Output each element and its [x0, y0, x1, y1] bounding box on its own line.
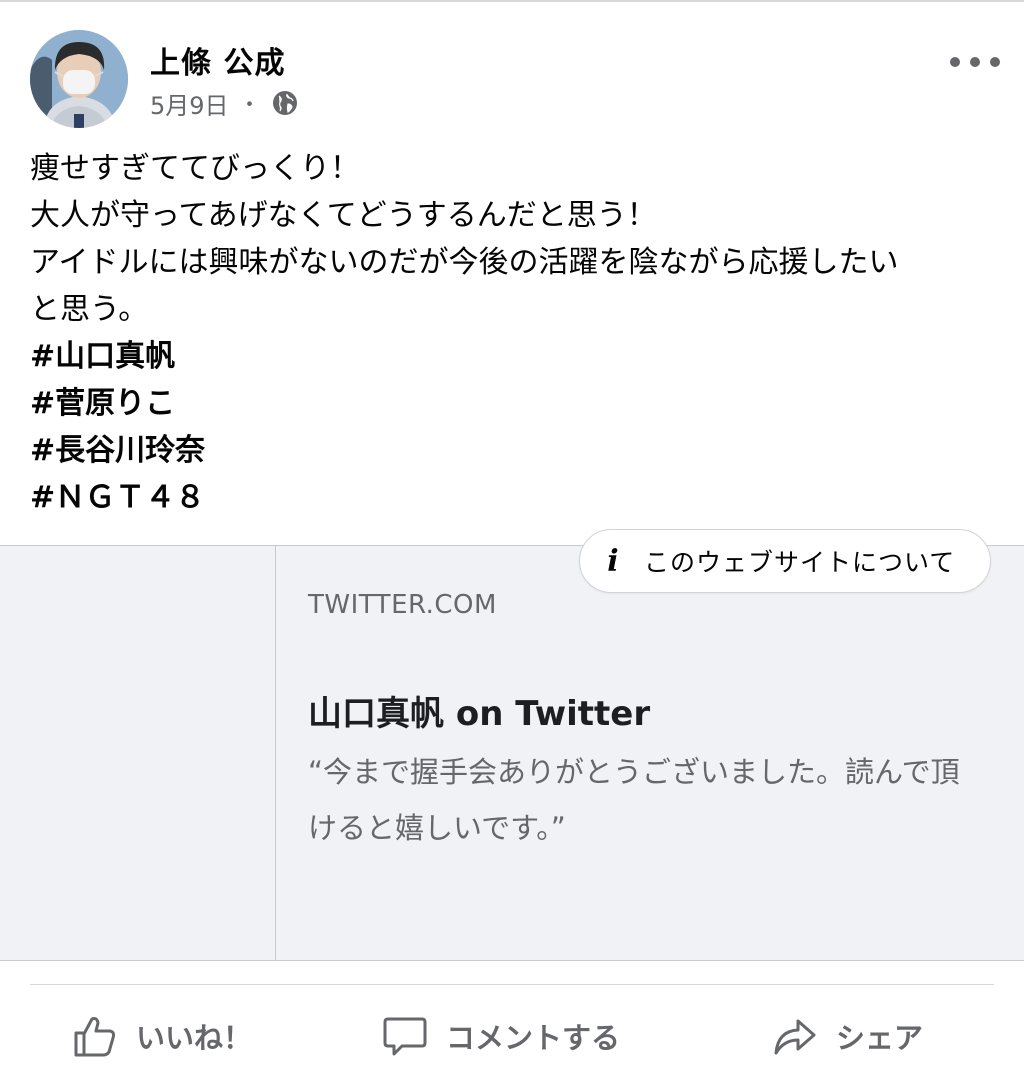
- avatar-photo: [30, 30, 128, 128]
- action-divider: [30, 984, 994, 985]
- more-options-button[interactable]: [950, 50, 1000, 74]
- hashtag-link[interactable]: #長谷川玲奈: [30, 427, 1000, 474]
- post-text-line: アイドルには興味がないのだが今後の活躍を陰ながら応援したい: [30, 245, 899, 280]
- post-text-line: 痩せすぎててびっくり！: [30, 151, 360, 186]
- link-preview-card[interactable]: TWITTER.COM 山口真帆 on Twitter “今まで握手会ありがとう…: [0, 545, 1024, 961]
- link-title[interactable]: 山口真帆 on Twitter: [308, 686, 650, 735]
- thumbs-up-icon: [74, 1017, 116, 1057]
- hashtag-link[interactable]: #菅原りこ: [30, 380, 1000, 427]
- like-button[interactable]: いいね！: [72, 1010, 252, 1062]
- hashtag-link[interactable]: #山口真帆: [30, 333, 1000, 380]
- info-icon: i: [607, 543, 619, 579]
- meta-separator: ・: [238, 93, 261, 118]
- globe-icon: [272, 91, 297, 115]
- more-dot: [970, 57, 980, 67]
- about-website-button[interactable]: i このウェブサイトについて: [579, 529, 991, 593]
- like-label: いいね！: [136, 1021, 253, 1055]
- post-meta: 5月9日 ・: [150, 86, 299, 120]
- post-header: 上條 公成 5月9日 ・: [0, 0, 1024, 140]
- post-actions-bar: いいね！ コメントする シェア: [0, 1000, 1024, 1072]
- comment-label: コメントする: [446, 1021, 621, 1055]
- about-website-label: このウェブサイトについて: [644, 548, 956, 577]
- comment-icon: [383, 1017, 427, 1056]
- share-arrow-icon: [774, 1019, 816, 1055]
- author-name[interactable]: 上條 公成: [150, 38, 285, 82]
- link-domain: TWITTER.COM: [308, 590, 497, 620]
- more-dot: [990, 57, 1000, 67]
- comment-button[interactable]: コメントする: [382, 1010, 620, 1062]
- more-horizontal-icon: [950, 57, 960, 67]
- post-text-line: 大人が守ってあげなくてどうするんだと思う！: [30, 198, 657, 233]
- post-text-line: と思う。: [30, 292, 149, 327]
- link-description: “今まで握手会ありがとうございました。読んで頂けると嬉しいです。”: [308, 755, 960, 845]
- share-label: シェア: [836, 1021, 924, 1055]
- hashtag-link[interactable]: #ＮＧＴ４８: [30, 474, 1000, 521]
- post-date[interactable]: 5月9日: [150, 86, 229, 121]
- link-thumbnail[interactable]: [0, 546, 276, 960]
- post-body: 痩せすぎててびっくり！ 大人が守ってあげなくてどうするんだと思う！ アイドルには…: [30, 145, 1000, 521]
- share-button[interactable]: シェア: [772, 1010, 923, 1062]
- avatar[interactable]: [30, 30, 128, 128]
